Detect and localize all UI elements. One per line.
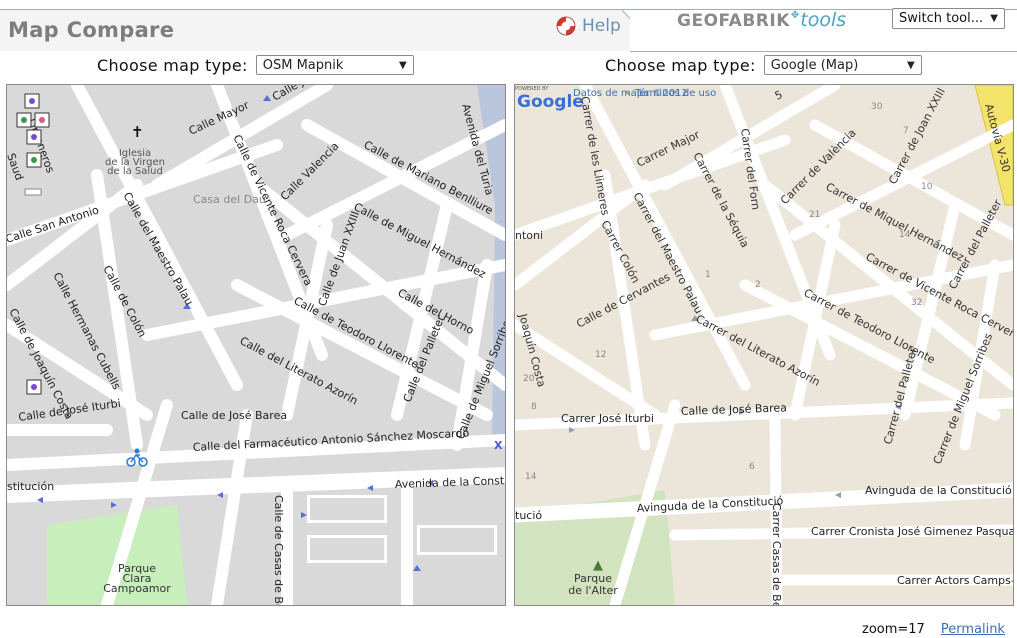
osm-map-canvas[interactable]: Limoneros Calle Josep Calle Mayor Avenid…	[7, 85, 505, 605]
google-label-antoni: ntoni	[515, 229, 543, 242]
permalink-link[interactable]: Permalink	[941, 622, 1005, 637]
svg-text:14: 14	[525, 472, 537, 482]
help-link[interactable]: Help	[556, 16, 621, 36]
svg-text:32: 32	[911, 298, 922, 308]
google-label-parque2: de l'Alter	[568, 584, 618, 597]
osm-map[interactable]: Limoneros Calle Josep Calle Mayor Avenid…	[6, 84, 506, 606]
switch-tool-value: Switch tool...	[899, 11, 984, 26]
map-footer: zoom=17 Permalink	[862, 622, 1005, 637]
svg-text:12: 12	[595, 350, 606, 360]
geofabrik-logo[interactable]: GEOFABRIK ✥ tools	[677, 9, 846, 31]
google-label-tucio: tució	[515, 509, 542, 522]
chevron-down-icon: ▼	[990, 13, 998, 24]
tree-icon: ▲	[593, 558, 603, 573]
osm-label-parque3: Campoamor	[103, 582, 171, 595]
zoom-level: zoom=17	[862, 622, 925, 637]
left-map-type-value: OSM Mapnik	[262, 57, 344, 73]
google-label-actors: Carrer Actors Camps-M	[897, 574, 1013, 587]
google-map[interactable]: POWERED BY Google Datos de mapa ©2012 - …	[514, 84, 1014, 606]
svg-text:8: 8	[531, 402, 537, 412]
left-map-chooser: Choose map type: OSM Mapnik ▼	[97, 55, 414, 75]
osm-label-x: X	[494, 439, 503, 452]
osm-label-constitucion-a: stitución	[7, 480, 54, 493]
osm-label-iglesia3: de la Salud	[107, 166, 163, 177]
svg-text:1: 1	[705, 270, 711, 280]
right-map-chooser: Choose map type: Google (Map) ▼	[605, 55, 922, 75]
google-attrib-dash: -	[626, 88, 630, 99]
svg-text:21: 21	[809, 210, 820, 220]
right-choose-label: Choose map type:	[605, 55, 756, 75]
google-terms-link[interactable]: Términos de uso	[634, 87, 716, 99]
google-map-canvas[interactable]: POWERED BY Google Datos de mapa ©2012 - …	[515, 85, 1013, 605]
left-map-type-select[interactable]: OSM Mapnik ▼	[255, 55, 414, 75]
chevron-down-icon: ▼	[399, 59, 407, 71]
lifebuoy-icon	[556, 16, 576, 36]
svg-text:20: 20	[523, 374, 535, 384]
osm-label-casa: Casa del Dau	[193, 193, 266, 206]
google-label-iturbi: Carrer José Iturbi	[561, 412, 654, 425]
switch-tool-select[interactable]: Switch tool... ▼	[892, 8, 1005, 29]
right-map-type-value: Google (Map)	[770, 57, 859, 73]
church-icon: ✝	[131, 123, 144, 141]
brand-diamond-icon: ✥	[790, 10, 800, 21]
page-title: Map Compare	[8, 18, 175, 42]
google-label-cronista: Carrer Cronista José Gimenez Pasqual	[811, 525, 1013, 538]
help-label: Help	[582, 16, 621, 36]
osm-label-barea: Calle de José Barea	[181, 409, 287, 422]
left-choose-label: Choose map type:	[97, 55, 248, 75]
brand-name: GEOFABRIK	[677, 11, 790, 31]
svg-text:30: 30	[871, 102, 883, 112]
svg-text:2: 2	[755, 280, 761, 290]
svg-text:6: 6	[749, 462, 755, 472]
chevron-down-icon: ▼	[907, 59, 915, 71]
svg-text:10: 10	[921, 182, 933, 192]
svg-text:7: 7	[903, 126, 909, 136]
osm-label-casas-ben: Calle de Casas de Ben	[272, 495, 285, 605]
brand-tools: tools	[800, 9, 847, 31]
svg-text:14: 14	[899, 230, 911, 240]
google-label-avinguda-b: Avinguda de la Constitució	[865, 484, 1012, 497]
google-label-casas: Carrer Casas de Ben	[770, 503, 783, 605]
right-map-type-select[interactable]: Google (Map) ▼	[763, 55, 922, 75]
